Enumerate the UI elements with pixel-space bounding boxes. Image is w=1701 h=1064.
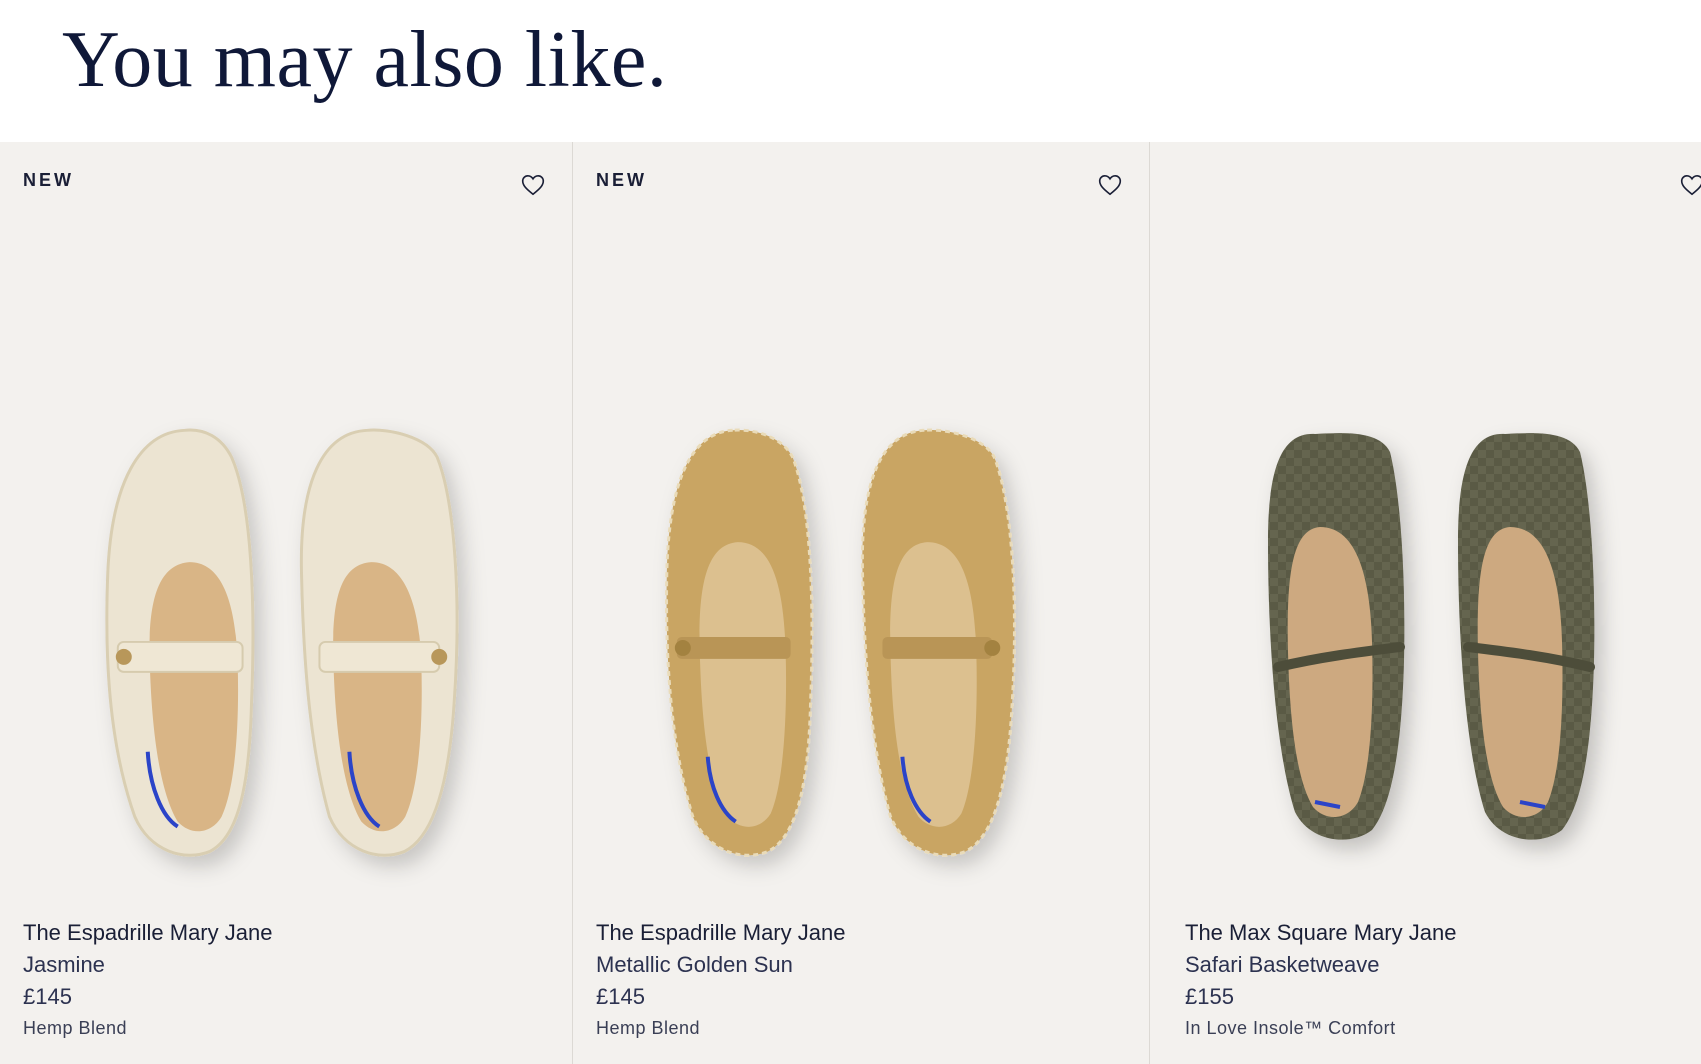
product-card[interactable]: NEW The: [573, 142, 1150, 1064]
new-badge: NEW: [596, 170, 647, 190]
heart-icon[interactable]: [520, 172, 546, 198]
product-price: £145: [23, 984, 72, 1009]
product-material: In Love Insole™ Comfort: [1185, 1018, 1396, 1038]
product-price: £155: [1185, 984, 1234, 1009]
new-badge: NEW: [23, 170, 74, 190]
product-card[interactable]: NEW The: [0, 142, 573, 1064]
product-material: Hemp Blend: [596, 1018, 701, 1038]
heart-icon[interactable]: [1679, 172, 1701, 198]
product-name[interactable]: The Espadrille Mary Jane: [596, 917, 845, 949]
page-title: You may also like.: [62, 16, 668, 104]
product-name[interactable]: The Espadrille Mary Jane: [23, 917, 272, 949]
product-color: Metallic Golden Sun: [596, 952, 793, 977]
product-info: The Max Square Mary Jane Safari Basketwe…: [1185, 917, 1456, 1043]
product-price: £145: [596, 984, 645, 1009]
product-info: The Espadrille Mary Jane Jasmine £145 He…: [23, 917, 272, 1043]
product-name[interactable]: The Max Square Mary Jane: [1185, 917, 1456, 949]
product-grid: NEW The Espadrille Mary Jane Jasmine £14…: [0, 142, 1701, 1064]
heart-icon[interactable]: [1097, 172, 1123, 198]
product-color: Jasmine: [23, 952, 105, 977]
product-image[interactable]: [0, 282, 572, 932]
product-card[interactable]: The Max Square Mary Jane Safari Basketwe…: [1150, 142, 1701, 1064]
product-color: Safari Basketweave: [1185, 952, 1380, 977]
product-material: Hemp Blend: [23, 1018, 128, 1038]
shoe-pair-image: [105, 428, 459, 857]
product-image[interactable]: [1150, 282, 1701, 932]
section-header: You may also like.: [0, 0, 1701, 142]
shoe-pair-image: [1268, 433, 1595, 840]
product-image[interactable]: [573, 282, 1149, 932]
shoe-pair-image: [665, 428, 1016, 857]
product-info: The Espadrille Mary Jane Metallic Golden…: [596, 917, 845, 1043]
